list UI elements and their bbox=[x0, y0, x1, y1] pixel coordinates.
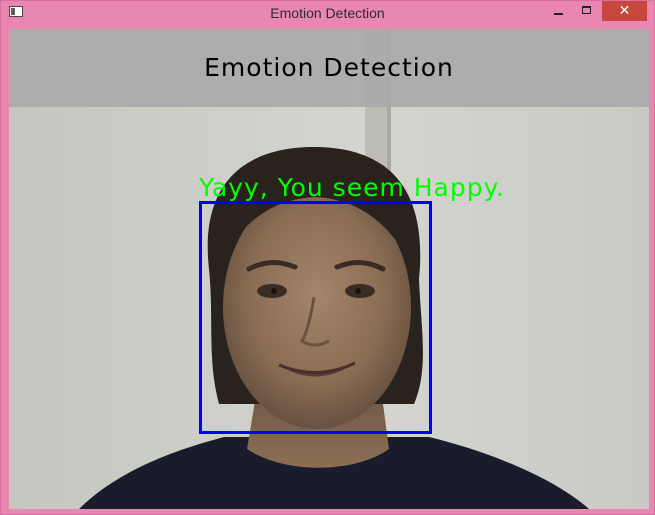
maximize-icon bbox=[582, 6, 591, 14]
window-controls: ✕ bbox=[544, 1, 647, 21]
minimize-icon bbox=[554, 13, 563, 15]
minimize-button[interactable] bbox=[544, 1, 573, 21]
app-window: Emotion Detection ✕ Emotion Detection Ya… bbox=[0, 0, 655, 515]
overlay-title: Emotion Detection bbox=[204, 53, 454, 82]
title-bar[interactable]: Emotion Detection ✕ bbox=[1, 1, 654, 27]
face-detection-box bbox=[199, 201, 432, 434]
app-window-icon[interactable] bbox=[9, 6, 23, 17]
close-icon: ✕ bbox=[618, 3, 631, 19]
close-button[interactable]: ✕ bbox=[602, 1, 647, 21]
webcam-video-frame: Emotion Detection Yayy, You seem Happy. bbox=[9, 29, 649, 509]
maximize-button[interactable] bbox=[573, 1, 602, 21]
emotion-label: Yayy, You seem Happy. bbox=[199, 173, 505, 202]
